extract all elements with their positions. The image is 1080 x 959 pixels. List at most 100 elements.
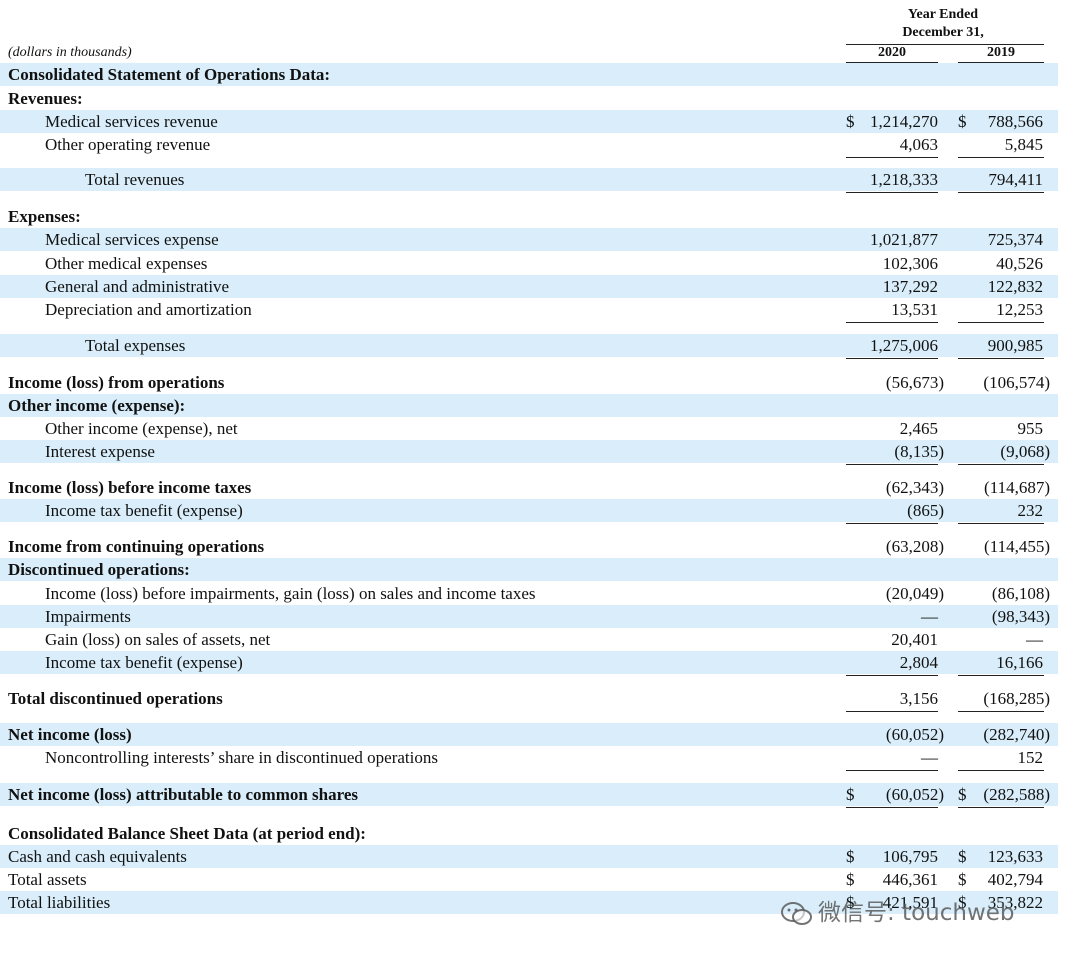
- value-2020: (8,135): [894, 442, 944, 461]
- value-2020: 106,795: [882, 847, 938, 866]
- table-row: Net income (loss) (60,052) (282,740): [0, 723, 1058, 746]
- row-label: Income (loss) before impairments, gain (…: [45, 584, 536, 603]
- value-2019: (86,108): [991, 584, 1050, 603]
- value-2020: 1,275,006: [870, 336, 938, 355]
- subtotal-underline: [958, 157, 1044, 158]
- subtotal-underline: [846, 675, 938, 676]
- row-label: Medical services revenue: [45, 112, 218, 131]
- row-label: Income tax benefit (expense): [45, 653, 243, 672]
- row-label: Income from continuing operations: [8, 537, 265, 556]
- subtotal-underline: [958, 807, 1044, 808]
- table-row: Medical services expense 1,021,877 725,374: [0, 228, 1058, 251]
- value-2019: 402,794: [987, 870, 1043, 889]
- table-row: Noncontrolling interests’ share in disco…: [0, 746, 1058, 769]
- table-row: Revenues:: [0, 87, 1058, 110]
- value-2020: 4,063: [899, 135, 938, 154]
- subtotal-underline: [846, 711, 938, 712]
- table-row: Discontinued operations:: [0, 558, 1058, 581]
- value-2020: 2,804: [899, 653, 938, 672]
- value-2019: 725,374: [987, 230, 1043, 249]
- row-label: Other operating revenue: [45, 135, 211, 154]
- value-2019: 152: [1017, 748, 1044, 767]
- table-row: Expenses:: [0, 205, 1058, 228]
- value-2019: 122,832: [987, 277, 1043, 296]
- row-label: Cash and cash equivalents: [8, 847, 187, 866]
- watermark-text: 微信号: touchweb: [818, 900, 1015, 926]
- value-2019: —: [1026, 630, 1043, 649]
- row-label: Discontinued operations:: [8, 560, 190, 579]
- value-2020: 102,306: [882, 254, 938, 273]
- subtotal-underline: [958, 358, 1044, 359]
- subtotal-underline: [958, 675, 1044, 676]
- table-row: Other income (expense), net 2,465 955: [0, 417, 1058, 440]
- value-2020: (63,208): [885, 537, 944, 556]
- table-row: Income (loss) before impairments, gain (…: [0, 582, 1058, 605]
- row-label: Revenues:: [8, 89, 83, 108]
- subtotal-underline: [958, 192, 1044, 193]
- row-label: Medical services expense: [45, 230, 219, 249]
- subtotal-underline: [846, 358, 938, 359]
- subtotal-underline: [846, 464, 938, 465]
- table-row: Interest expense (8,135) (9,068): [0, 440, 1058, 463]
- value-2019: (106,574): [983, 373, 1050, 392]
- value-2020: (56,673): [885, 373, 944, 392]
- row-label: General and administrative: [45, 277, 230, 296]
- value-2020: 2,465: [899, 419, 938, 438]
- row-label: Other medical expenses: [45, 254, 208, 273]
- table-row: Income from continuing operations (63,208…: [0, 535, 1058, 558]
- table-row: General and administrative 137,292 122,832: [0, 275, 1058, 298]
- row-label: Total expenses: [85, 336, 186, 355]
- row-label: Depreciation and amortization: [45, 300, 252, 319]
- value-2019: 40,526: [996, 254, 1043, 273]
- table-row: Total expenses 1,275,006 900,985: [0, 334, 1058, 357]
- row-label: Total discontinued operations: [8, 689, 223, 708]
- value-2019: 12,253: [996, 300, 1043, 319]
- units-note: (dollars in thousands): [8, 45, 132, 60]
- subtotal-underline: [846, 322, 938, 323]
- row-label: Consolidated Balance Sheet Data (at peri…: [8, 824, 366, 843]
- value-2019: (168,285): [983, 689, 1050, 708]
- row-label: Impairments: [45, 607, 131, 626]
- value-2020: (60,052): [885, 785, 944, 804]
- value-2020: 1,218,333: [870, 170, 938, 189]
- row-label: Income (loss) from operations: [8, 373, 225, 392]
- row-label: Net income (loss): [8, 725, 132, 744]
- table-row: Income tax benefit (expense) 2,804 16,166: [0, 651, 1058, 674]
- value-2020: 446,361: [882, 870, 938, 889]
- table-row: Total revenues 1,218,333 794,411: [0, 168, 1058, 191]
- row-label: Gain (loss) on sales of assets, net: [45, 630, 271, 649]
- value-2019: (114,455): [984, 537, 1050, 556]
- value-2019: (9,068): [1000, 442, 1050, 461]
- value-2020: (62,343): [885, 478, 944, 497]
- value-2020: —: [921, 748, 938, 767]
- table-row: Income tax benefit (expense) (865) 232: [0, 499, 1058, 522]
- row-label: Total revenues: [85, 170, 185, 189]
- subtotal-underline: [958, 770, 1044, 771]
- watermark: 微信号: touchweb: [780, 893, 1015, 927]
- value-2019: 900,985: [987, 336, 1043, 355]
- row-label: Total liabilities: [8, 893, 111, 912]
- row-label: Consolidated Statement of Operations Dat…: [8, 65, 331, 84]
- row-label: Noncontrolling interests’ share in disco…: [45, 748, 438, 767]
- value-2019: 788,566: [987, 112, 1043, 131]
- subtotal-underline: [958, 464, 1044, 465]
- column-header-2020: 2020: [878, 45, 906, 60]
- period-heading-rule: [846, 44, 1044, 45]
- value-2019: (282,740): [983, 725, 1050, 744]
- value-2020: (60,052): [885, 725, 944, 744]
- value-2020: 13,531: [891, 300, 938, 319]
- subtotal-underline: [846, 807, 938, 808]
- table-row: Depreciation and amortization 13,531 12,25…: [0, 298, 1058, 321]
- table-row: Other income (expense):: [0, 394, 1058, 417]
- value-2020: (20,049): [885, 584, 944, 603]
- table-row: Total assets $446,361 $402,794: [0, 868, 1058, 891]
- column-header-2019: 2019: [987, 45, 1015, 60]
- value-2019: 5,845: [1004, 135, 1043, 154]
- value-2020: 1,021,877: [870, 230, 938, 249]
- value-2019: 123,633: [987, 847, 1043, 866]
- value-2019: (114,687): [984, 478, 1050, 497]
- value-2019: 16,166: [996, 653, 1043, 672]
- table-row: Impairments — (98,343): [0, 605, 1058, 628]
- subtotal-underline: [846, 157, 938, 158]
- value-2020: (865): [907, 501, 944, 520]
